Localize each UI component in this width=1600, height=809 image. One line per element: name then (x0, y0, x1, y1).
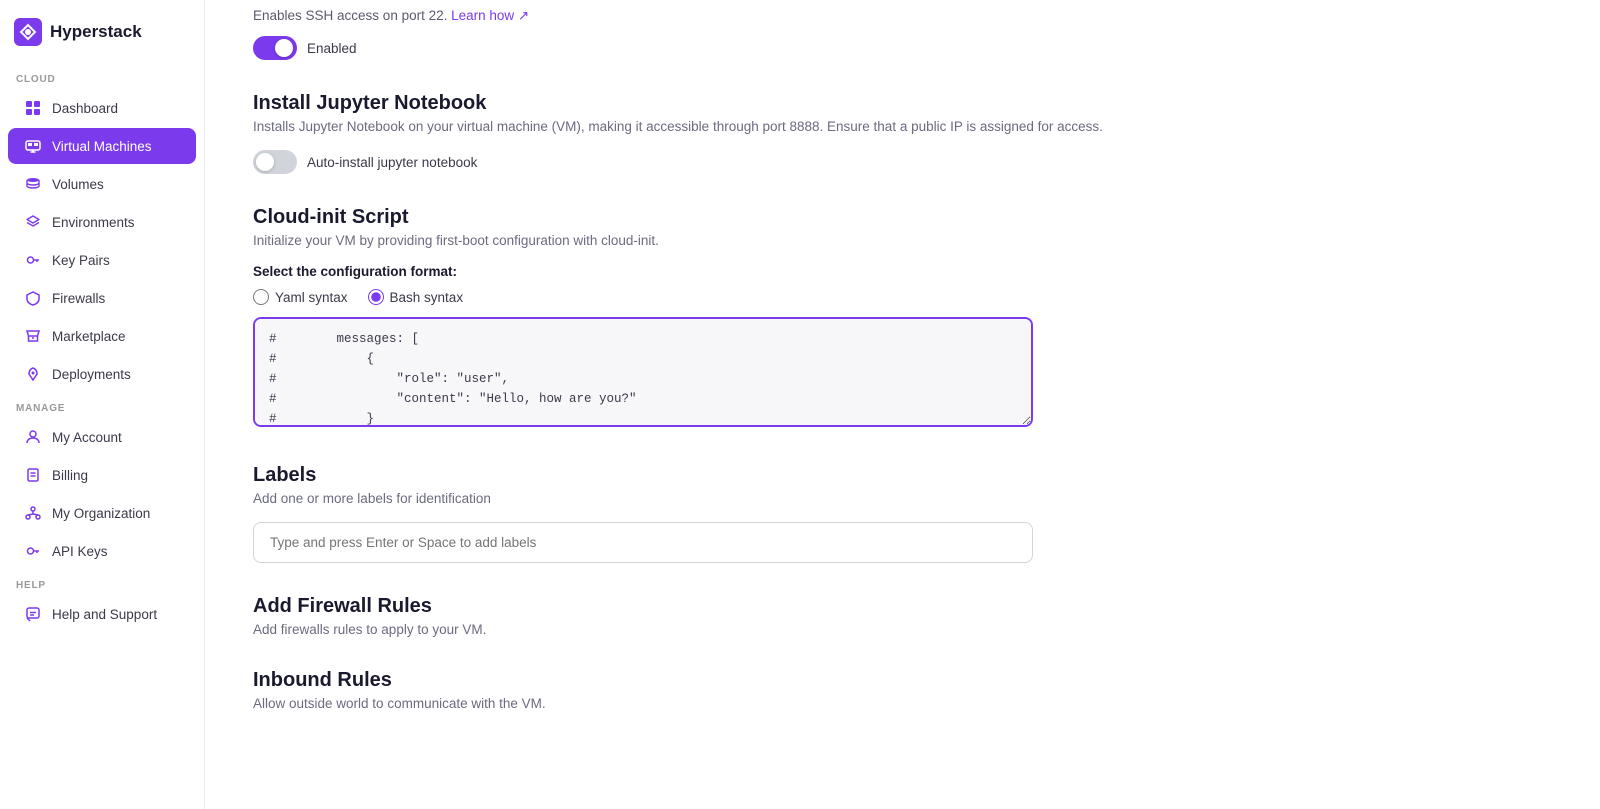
jupyter-toggle-label: Auto-install jupyter notebook (307, 155, 477, 170)
firewall-title: Add Firewall Rules (253, 595, 1552, 618)
sidebar-label-key-pairs: Key Pairs (52, 253, 110, 268)
learn-how-link[interactable]: Learn how ↗ (451, 8, 529, 23)
labels-title: Labels (253, 464, 1552, 487)
sidebar-item-dashboard[interactable]: Dashboard (8, 90, 196, 126)
inbound-section: Inbound Rules Allow outside world to com… (253, 669, 1552, 711)
cloud-init-code-editor[interactable]: # messages: [ # { # "role": "user", # "c… (253, 317, 1033, 427)
labels-section: Labels Add one or more labels for identi… (253, 464, 1552, 563)
stack-icon (24, 175, 42, 193)
toggle-thumb-jupyter (256, 153, 274, 171)
bash-option-label[interactable]: Bash syntax (368, 289, 464, 305)
grid-icon (24, 99, 42, 117)
layers-icon (24, 213, 42, 231)
sidebar-item-virtual-machines[interactable]: Virtual Machines (8, 128, 196, 164)
sidebar-item-help-support[interactable]: Help and Support (8, 596, 196, 632)
sidebar-label-environments: Environments (52, 215, 135, 230)
vm-icon (24, 137, 42, 155)
sidebar: Hyperstack CLOUD Dashboard Virtual Machi… (0, 0, 205, 809)
sidebar-label-marketplace: Marketplace (52, 329, 126, 344)
sidebar-section-cloud: CLOUD (0, 64, 204, 89)
sidebar-item-firewalls[interactable]: Firewalls (8, 280, 196, 316)
file-icon (24, 466, 42, 484)
cloudinit-desc: Initialize your VM by providing first-bo… (253, 233, 1552, 248)
app-logo: Hyperstack (0, 0, 204, 64)
inbound-title: Inbound Rules (253, 669, 1552, 692)
api-key-icon (24, 542, 42, 560)
sidebar-label-dashboard: Dashboard (52, 101, 118, 116)
sidebar-label-api-keys: API Keys (52, 544, 108, 559)
yaml-option-text: Yaml syntax (275, 290, 348, 305)
sidebar-item-deployments[interactable]: Deployments (8, 356, 196, 392)
sidebar-section-help: HELP (0, 570, 204, 595)
jupyter-desc: Installs Jupyter Notebook on your virtua… (253, 119, 1552, 134)
sidebar-label-volumes: Volumes (52, 177, 104, 192)
sidebar-label-billing: Billing (52, 468, 88, 483)
labels-desc: Add one or more labels for identificatio… (253, 491, 1552, 506)
sidebar-label-my-organization: My Organization (52, 506, 150, 521)
firewall-desc: Add firewalls rules to apply to your VM. (253, 622, 1552, 637)
ssh-toggle[interactable] (253, 36, 297, 60)
ssh-toggle-row: Enabled (253, 36, 1552, 60)
main-content: Enables SSH access on port 22. Learn how… (205, 0, 1600, 809)
rocket-icon (24, 365, 42, 383)
toggle-thumb-ssh (275, 39, 293, 57)
ssh-description: Enables SSH access on port 22. Learn how… (253, 8, 1552, 24)
config-format-label: Select the configuration format: (253, 264, 1552, 279)
sidebar-item-billing[interactable]: Billing (8, 457, 196, 493)
logo-icon (14, 18, 42, 46)
ssh-section: Enables SSH access on port 22. Learn how… (253, 0, 1552, 60)
sidebar-label-my-account: My Account (52, 430, 122, 445)
jupyter-section: Install Jupyter Notebook Installs Jupyte… (253, 92, 1552, 174)
sidebar-label-help-support: Help and Support (52, 607, 157, 622)
sidebar-item-my-organization[interactable]: My Organization (8, 495, 196, 531)
inbound-desc: Allow outside world to communicate with … (253, 696, 1552, 711)
bash-option-text: Bash syntax (390, 290, 464, 305)
key-icon (24, 251, 42, 269)
jupyter-toggle-row: Auto-install jupyter notebook (253, 150, 1552, 174)
user-icon (24, 428, 42, 446)
shield-icon (24, 289, 42, 307)
sidebar-section-manage: MANAGE (0, 393, 204, 418)
cloudinit-section: Cloud-init Script Initialize your VM by … (253, 206, 1552, 432)
firewall-section: Add Firewall Rules Add firewalls rules t… (253, 595, 1552, 637)
sidebar-item-volumes[interactable]: Volumes (8, 166, 196, 202)
cloudinit-title: Cloud-init Script (253, 206, 1552, 229)
bash-radio[interactable] (368, 289, 384, 305)
help-icon (24, 605, 42, 623)
yaml-option-label[interactable]: Yaml syntax (253, 289, 348, 305)
sidebar-item-api-keys[interactable]: API Keys (8, 533, 196, 569)
jupyter-title: Install Jupyter Notebook (253, 92, 1552, 115)
sidebar-item-environments[interactable]: Environments (8, 204, 196, 240)
yaml-radio[interactable] (253, 289, 269, 305)
sidebar-label-virtual-machines: Virtual Machines (52, 139, 152, 154)
sidebar-label-deployments: Deployments (52, 367, 131, 382)
ssh-toggle-label: Enabled (307, 41, 357, 56)
store-icon (24, 327, 42, 345)
sidebar-item-key-pairs[interactable]: Key Pairs (8, 242, 196, 278)
app-name: Hyperstack (50, 22, 142, 42)
labels-input[interactable] (253, 522, 1033, 563)
sidebar-label-firewalls: Firewalls (52, 291, 105, 306)
config-format-radio-group: Yaml syntax Bash syntax (253, 289, 1552, 305)
jupyter-toggle[interactable] (253, 150, 297, 174)
sidebar-item-my-account[interactable]: My Account (8, 419, 196, 455)
sidebar-item-marketplace[interactable]: Marketplace (8, 318, 196, 354)
org-icon (24, 504, 42, 522)
